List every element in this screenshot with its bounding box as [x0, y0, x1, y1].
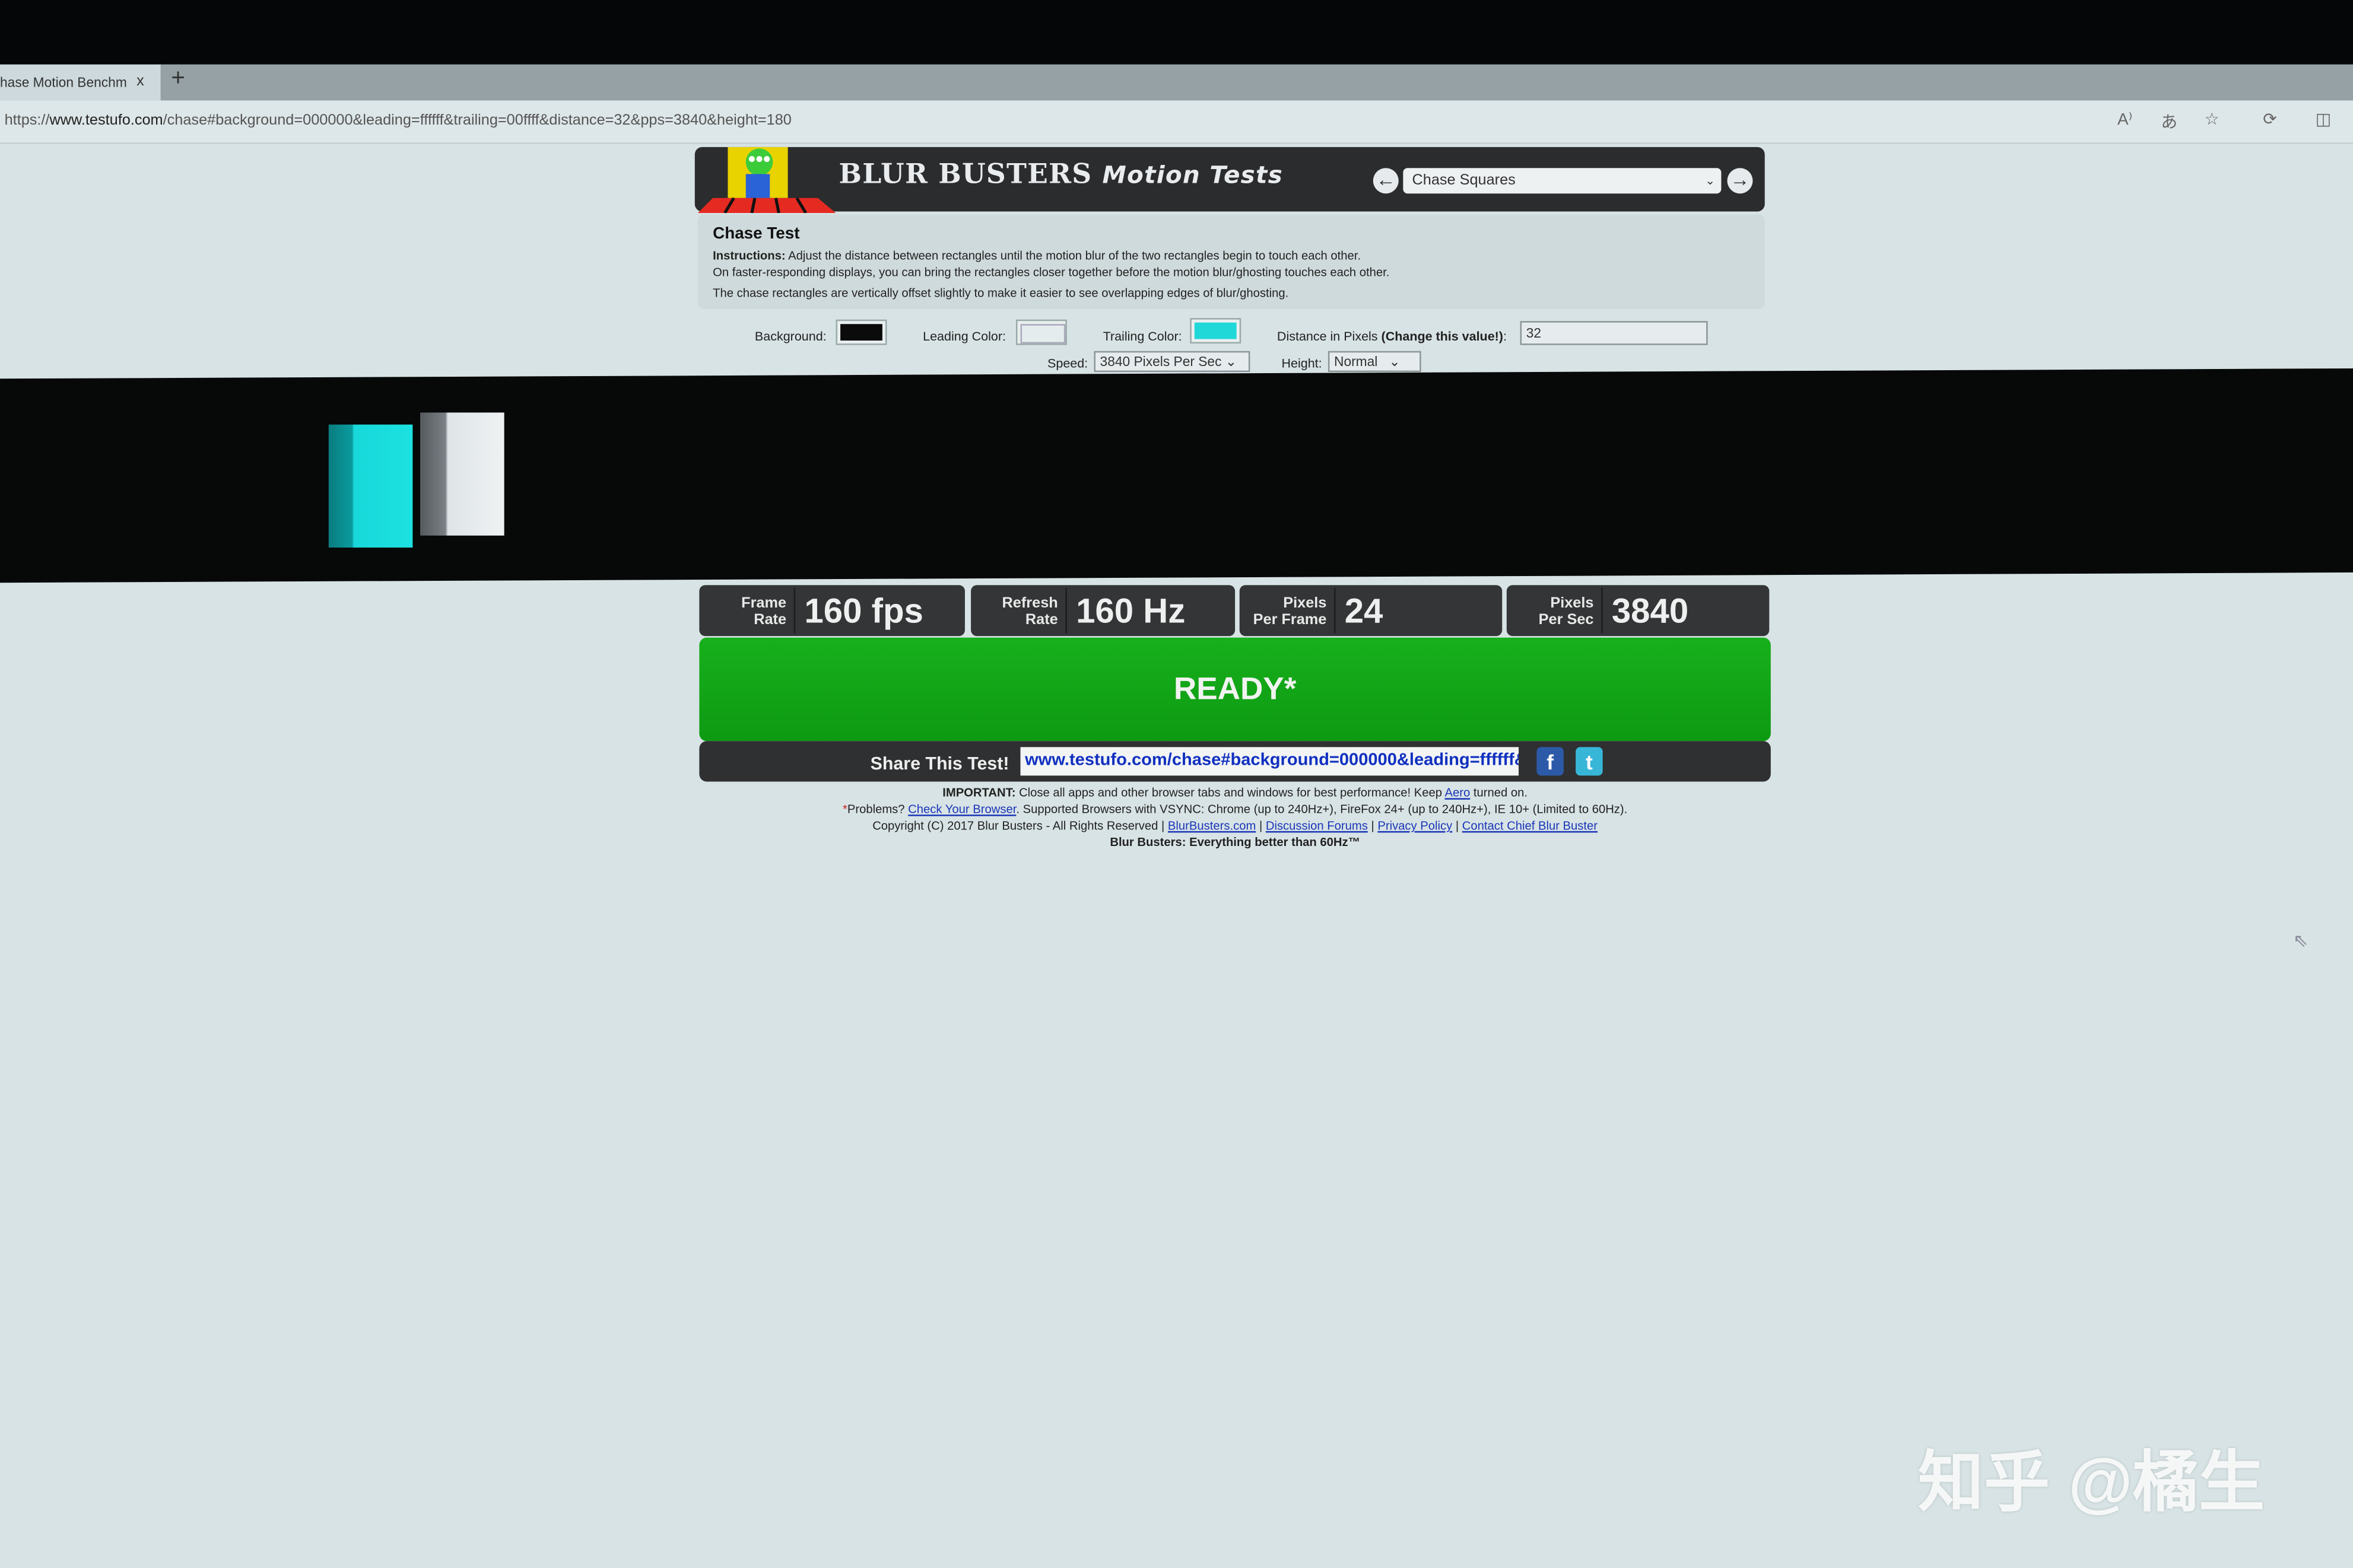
previous-test-arrow-icon[interactable]: ←: [1373, 168, 1399, 194]
url-host: www.testufo.com: [49, 112, 163, 129]
tab-title: hase Motion Benchm: [0, 75, 127, 90]
share-label: Share This Test!: [870, 753, 1009, 774]
share-url-input[interactable]: www.testufo.com/chase#background=000000&…: [1020, 747, 1519, 776]
tagline: Blur Busters: Everything better than 60H…: [1110, 835, 1360, 850]
leading-color-label: Leading Color:: [923, 328, 1006, 344]
split-view-icon[interactable]: ◫: [2316, 110, 2331, 129]
background-color-picker[interactable]: [836, 319, 887, 345]
stat-pixels-per-frame: Pixels Per Frame 24: [1239, 585, 1503, 637]
height-label: Height:: [1281, 355, 1322, 371]
new-tab-button[interactable]: +: [171, 66, 185, 93]
favorite-star-icon[interactable]: ☆: [2205, 110, 2219, 129]
tab-strip: [0, 64, 2353, 101]
distance-input[interactable]: 32: [1520, 321, 1708, 345]
test-select[interactable]: Chase Squares ⌄: [1403, 168, 1722, 194]
forums-link[interactable]: Discussion Forums: [1266, 819, 1368, 833]
mouse-cursor-icon: ⇖: [2292, 930, 2308, 952]
facebook-icon[interactable]: f: [1536, 747, 1564, 776]
brand-title: BLUR BUSTERS Motion Tests: [839, 159, 1283, 191]
tab-close-icon[interactable]: x: [136, 65, 144, 101]
aero-link[interactable]: Aero: [1445, 786, 1471, 800]
monitor-bezel: [0, 0, 2353, 65]
check-browser-link[interactable]: Check Your Browser: [908, 803, 1016, 816]
share-bar: Share This Test! www.testufo.com/chase#b…: [699, 741, 1771, 782]
distance-label: Distance in Pixels (Change this value!):: [1276, 328, 1507, 344]
important-notice: IMPORTANT: Close all apps and other brow…: [942, 786, 1528, 800]
stat-frame-rate: Frame Rate 160 fps: [699, 585, 965, 637]
chevron-down-icon: ⌄: [1705, 174, 1716, 188]
trailing-color-picker[interactable]: [1190, 318, 1241, 344]
background-label: Background:: [754, 328, 827, 344]
leading-rectangle: [420, 412, 504, 536]
ufo-logo-icon: [697, 147, 836, 214]
browser-tab[interactable]: hase Motion Benchm x: [0, 64, 161, 101]
speed-label: Speed:: [1047, 355, 1088, 371]
translate-icon[interactable]: あ: [2161, 110, 2177, 133]
test-title: Chase Test: [713, 225, 800, 243]
instructions-line-1: Instructions: Adjust the distance betwee…: [713, 249, 1361, 263]
next-test-arrow-icon[interactable]: →: [1727, 168, 1753, 194]
blurbusters-link[interactable]: BlurBusters.com: [1168, 819, 1256, 833]
stat-refresh-rate: Refresh Rate 160 Hz: [971, 585, 1236, 637]
extensions-icon[interactable]: ⟳: [2263, 110, 2276, 129]
watermark: 知乎 @橘生: [1917, 1446, 2265, 1520]
url-path: /chase#background=000000&leading=ffffff&…: [163, 112, 792, 129]
leading-color-picker[interactable]: [1015, 319, 1067, 345]
url-prefix: https://: [4, 112, 50, 129]
url-field[interactable]: https://www.testufo.com/chase#background…: [5, 113, 792, 129]
instructions-line-2: On faster-responding displays, you can b…: [713, 265, 1390, 279]
problems-notice: *Problems? Check Your Browser. Supported…: [842, 802, 1628, 816]
contact-link[interactable]: Contact Chief Blur Buster: [1462, 819, 1598, 833]
stat-pixels-per-sec: Pixels Per Sec 3840: [1506, 585, 1770, 637]
copyright: Copyright (C) 2017 Blur Busters - All Ri…: [872, 819, 1598, 833]
ready-status: READY*: [699, 637, 1771, 742]
twitter-icon[interactable]: t: [1576, 747, 1603, 776]
speed-select[interactable]: 3840 Pixels Per Sec ⌄: [1094, 351, 1250, 373]
screen: hase Motion Benchm x + https://www.testu…: [0, 0, 2353, 1568]
trailing-rectangle: [328, 424, 413, 548]
instructions-line-3: The chase rectangles are vertically offs…: [713, 286, 1289, 300]
read-aloud-icon[interactable]: A⁾: [2117, 110, 2132, 129]
privacy-link[interactable]: Privacy Policy: [1377, 819, 1452, 833]
height-select[interactable]: Normal ⌄: [1328, 351, 1421, 373]
trailing-color-label: Trailing Color:: [1103, 328, 1182, 344]
